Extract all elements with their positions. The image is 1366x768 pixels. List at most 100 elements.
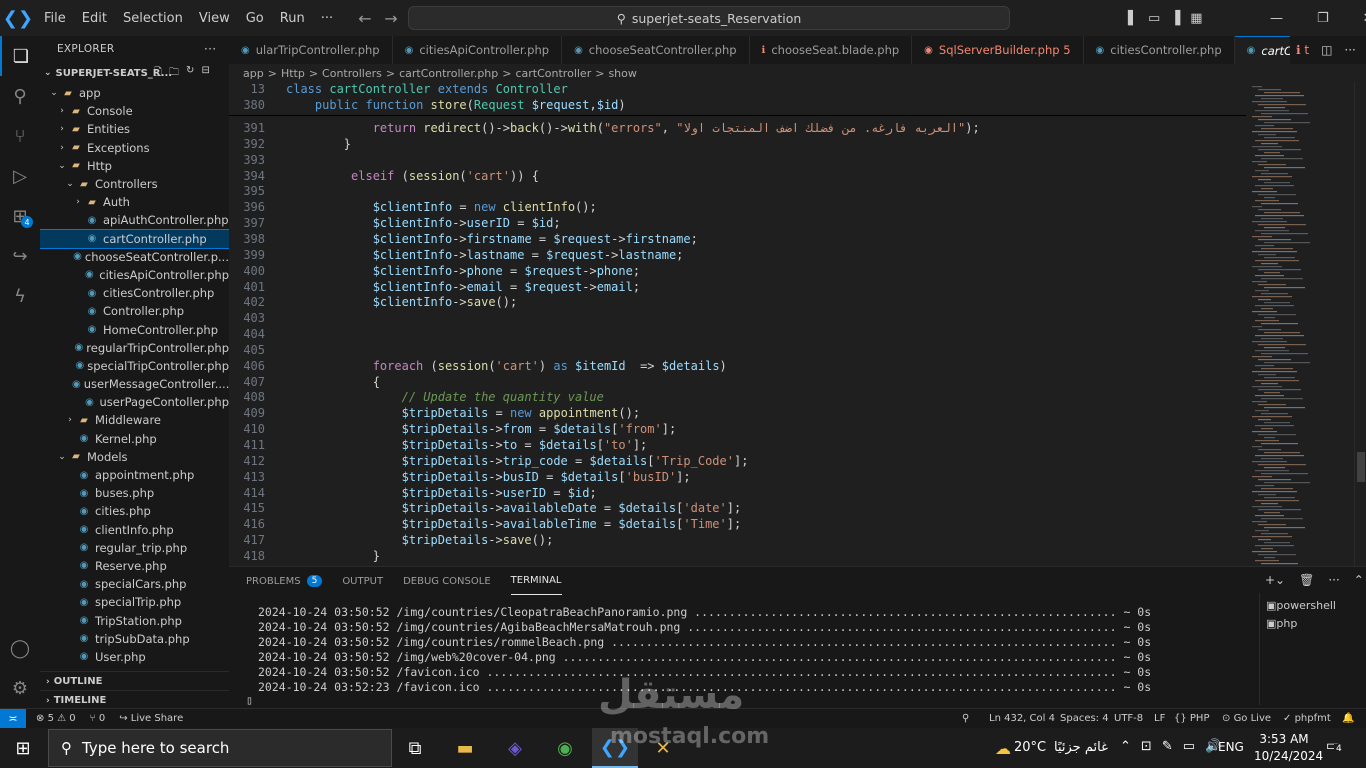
close-button[interactable]: ✕: [1363, 11, 1366, 26]
code-line[interactable]: 407 {: [229, 375, 380, 391]
code-line[interactable]: 409 $tripDetails = new appointment();: [229, 406, 640, 422]
code-line[interactable]: 380 public function store(Request $reque…: [229, 98, 625, 114]
language-mode[interactable]: {} PHP: [1174, 713, 1210, 724]
explorer-icon[interactable]: ❏: [0, 36, 40, 76]
tree-file[interactable]: ◉ regularTripController.php: [40, 339, 229, 357]
thunder-client-icon[interactable]: ϟ: [0, 276, 40, 316]
editor-tab[interactable]: ◉ citiesApiController.php: [393, 36, 563, 64]
account-icon[interactable]: ◯: [0, 628, 40, 668]
tree-file[interactable]: ◉ clientInfo.php: [40, 521, 229, 539]
remote-icon[interactable]: ≍: [0, 709, 26, 728]
tree-file[interactable]: ◉ regular_trip.php: [40, 539, 229, 557]
minimap[interactable]: [1246, 82, 1354, 566]
toggle-secondary-sidebar-icon[interactable]: ▐: [1170, 11, 1180, 26]
code-line[interactable]: 405: [229, 343, 286, 359]
code-line[interactable]: 402 $clientInfo->save();: [229, 295, 517, 311]
code-line[interactable]: 404: [229, 327, 286, 343]
terminal-instance[interactable]: ▣ powershell: [1260, 596, 1366, 614]
editor-tab[interactable]: ◉ SqlServerBuilder.php 5: [912, 36, 1084, 64]
forward-arrow-icon[interactable]: →: [378, 9, 404, 28]
new-terminal-icon[interactable]: +⌄: [1265, 573, 1285, 587]
chrome-icon[interactable]: ◉: [542, 728, 588, 768]
editor-scrollbar[interactable]: [1354, 82, 1366, 566]
breadcrumb-item[interactable]: Http: [281, 67, 305, 80]
refresh-icon[interactable]: ↻: [186, 65, 194, 82]
zoom-icon[interactable]: ⚲: [962, 713, 969, 724]
tree-file[interactable]: ◉ tripSubData.php: [40, 630, 229, 648]
breadcrumb-item[interactable]: cartController.php: [399, 67, 498, 80]
tree-folder[interactable]: › ▰ Exceptions: [40, 139, 229, 157]
code-line[interactable]: 394 elseif (session('cart')) {: [229, 169, 539, 185]
code-line[interactable]: 416 $tripDetails->availableTime = $detai…: [229, 517, 741, 533]
tree-file[interactable]: ◉ Reserve.php: [40, 557, 229, 575]
tree-folder[interactable]: ⌄ ▰ app: [40, 84, 229, 102]
weather-text[interactable]: غائم جزئيًا: [1054, 740, 1108, 755]
phpfmt-status[interactable]: ✓ phpfmt: [1283, 713, 1331, 724]
tree-file[interactable]: ◉ specialTripController.php: [40, 357, 229, 375]
notification-center-icon[interactable]: ▭ 4: [1326, 738, 1344, 754]
code-line[interactable]: 414 $tripDetails->userID = $id;: [229, 486, 596, 502]
trash-icon[interactable]: 🗑: [1299, 573, 1314, 587]
code-line[interactable]: 410 $tripDetails->from = $details['from'…: [229, 422, 676, 438]
tree-folder[interactable]: ⌄ ▰ Controllers: [40, 175, 229, 193]
live-share-icon[interactable]: ↪: [0, 236, 40, 276]
scrollbar-thumb[interactable]: [1357, 452, 1365, 482]
tree-file[interactable]: ◉ appointment.php: [40, 466, 229, 484]
panel-tab-terminal[interactable]: TERMINAL: [510, 567, 562, 595]
timeline-section[interactable]: › TIMELINE: [40, 690, 229, 708]
problems-status[interactable]: ⊗ 5 ⚠ 0: [36, 713, 76, 724]
menu-run[interactable]: Run: [272, 11, 313, 26]
tree-file[interactable]: ◉ citiesApiController.php: [40, 266, 229, 284]
customize-layout-icon[interactable]: ▦: [1190, 11, 1202, 26]
tree-file[interactable]: ◉ cities.php: [40, 502, 229, 520]
ports-status[interactable]: ⑂ 0: [90, 713, 106, 724]
editor-tab[interactable]: ◉ chooseSeatController.php: [562, 36, 750, 64]
tree-folder[interactable]: › ▰ Middleware: [40, 411, 229, 429]
code-line[interactable]: 393: [229, 153, 286, 169]
code-line[interactable]: 406 foreach (session('cart') as $itemId …: [229, 359, 726, 375]
project-header[interactable]: ⌄ SUPERJET-SEATS_R... 🗋 🗀 ↻ ⊟: [40, 62, 229, 84]
more-actions-icon[interactable]: ···: [204, 42, 216, 56]
windows-start-icon[interactable]: ⊞: [0, 728, 46, 768]
camera-icon[interactable]: ⊡: [1141, 739, 1152, 754]
chevron-up-icon[interactable]: ⌃: [1120, 739, 1131, 754]
eol[interactable]: LF: [1154, 713, 1165, 724]
code-line[interactable]: 413 $tripDetails->busID = $details['busI…: [229, 470, 690, 486]
indent-setting[interactable]: Spaces: 4: [1060, 713, 1109, 724]
extensions-icon[interactable]: ⊞ 4: [0, 196, 40, 236]
file-explorer-icon[interactable]: ▬: [442, 728, 488, 768]
code-line[interactable]: 13 class cartController extends Controlle…: [229, 82, 568, 98]
clock[interactable]: 3:53 AM 10/24/2024: [1254, 731, 1323, 765]
tree-folder[interactable]: › ▰ Entities: [40, 120, 229, 138]
outline-section[interactable]: › OUTLINE: [40, 671, 229, 691]
collapse-all-icon[interactable]: ⊟: [201, 65, 209, 82]
panel-tab-output[interactable]: OUTPUT: [342, 567, 383, 595]
notifications-icon[interactable]: 🔔: [1342, 713, 1354, 724]
back-arrow-icon[interactable]: ←: [352, 9, 378, 28]
tree-file[interactable]: ◉ userPageContoller.php: [40, 393, 229, 411]
code-editor[interactable]: 13 class cartController extends Controlle…: [229, 82, 1246, 566]
code-line[interactable]: 417 $tripDetails->save();: [229, 533, 553, 549]
tree-file[interactable]: ◉ buses.php: [40, 484, 229, 502]
tree-file[interactable]: ◉ chooseSeatController.p...: [40, 248, 229, 266]
copilot-icon[interactable]: ◈: [492, 728, 538, 768]
go-live-button[interactable]: ⊙ Go Live: [1222, 713, 1271, 724]
input-language[interactable]: ENG: [1218, 740, 1244, 754]
weather-temp[interactable]: 20°C: [1014, 740, 1046, 755]
new-file-icon[interactable]: 🗋: [154, 65, 162, 82]
pen-icon[interactable]: ✎: [1162, 739, 1173, 754]
source-control-icon[interactable]: ⑂: [0, 116, 40, 156]
code-line[interactable]: 398 $clientInfo->firstname = $request->f…: [229, 232, 698, 248]
terminal-instance[interactable]: ▣ php: [1260, 614, 1366, 632]
code-line[interactable]: 415 $tripDetails->availableDate = $detai…: [229, 501, 741, 517]
split-editor-icon[interactable]: ◫: [1321, 43, 1332, 57]
tree-file[interactable]: ◉ User.php: [40, 648, 229, 666]
search-view-icon[interactable]: ⚲: [0, 76, 40, 116]
tree-folder[interactable]: ⌄ ▰ Models: [40, 448, 229, 466]
network-icon[interactable]: ▭: [1183, 739, 1195, 754]
minimize-button[interactable]: —: [1270, 11, 1283, 26]
encoding[interactable]: UTF-8: [1114, 713, 1143, 724]
code-line[interactable]: 397 $clientInfo->userID = $id;: [229, 216, 560, 232]
taskbar-search[interactable]: ⚲ Type here to search: [48, 729, 392, 767]
tree-file[interactable]: ◉ citiesController.php: [40, 284, 229, 302]
